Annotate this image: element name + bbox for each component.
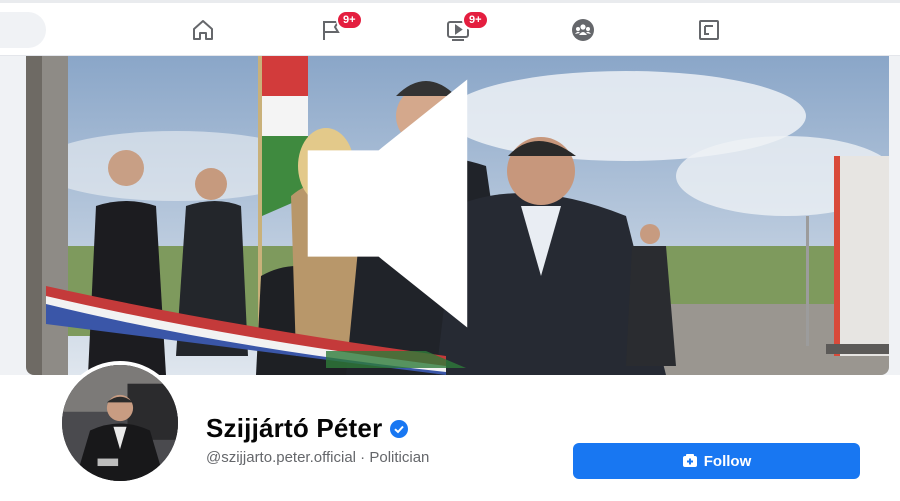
separator: · bbox=[356, 449, 370, 466]
profile-subtitle: @szijjarto.peter.official · Politician bbox=[206, 449, 429, 466]
nav-groups[interactable] bbox=[553, 10, 613, 50]
page-title: Szijjártó Péter bbox=[206, 413, 383, 443]
category-label: Politician bbox=[369, 449, 430, 466]
notification-badge: 9+ bbox=[462, 10, 489, 30]
follow-button[interactable]: Follow bbox=[573, 443, 860, 479]
notification-badge: 9+ bbox=[336, 10, 363, 30]
top-border bbox=[0, 0, 900, 3]
verified-badge-icon bbox=[390, 419, 409, 438]
gaming-icon bbox=[699, 20, 719, 40]
cover-video[interactable] bbox=[26, 56, 889, 375]
search-input[interactable] bbox=[0, 12, 46, 48]
top-navigation-bar: 9+ 9+ bbox=[0, 0, 900, 56]
nav-watch[interactable]: 9+ bbox=[428, 10, 489, 50]
home-icon bbox=[193, 20, 213, 40]
follow-label: Follow bbox=[703, 452, 752, 470]
volume-icon[interactable] bbox=[26, 56, 881, 363]
follow-icon bbox=[682, 454, 697, 467]
profile-picture bbox=[62, 365, 178, 481]
name-row: Szijjártó Péter bbox=[206, 413, 409, 444]
nav-home[interactable] bbox=[173, 10, 233, 50]
nav-pages[interactable]: 9+ bbox=[302, 10, 363, 50]
username: @szijjarto.peter.official bbox=[206, 449, 357, 466]
avatar[interactable] bbox=[58, 361, 182, 485]
groups-icon bbox=[572, 19, 594, 41]
nav-gaming[interactable] bbox=[679, 10, 739, 50]
profile-header: Szijjártó Péter @szijjarto.peter.officia… bbox=[0, 361, 900, 501]
